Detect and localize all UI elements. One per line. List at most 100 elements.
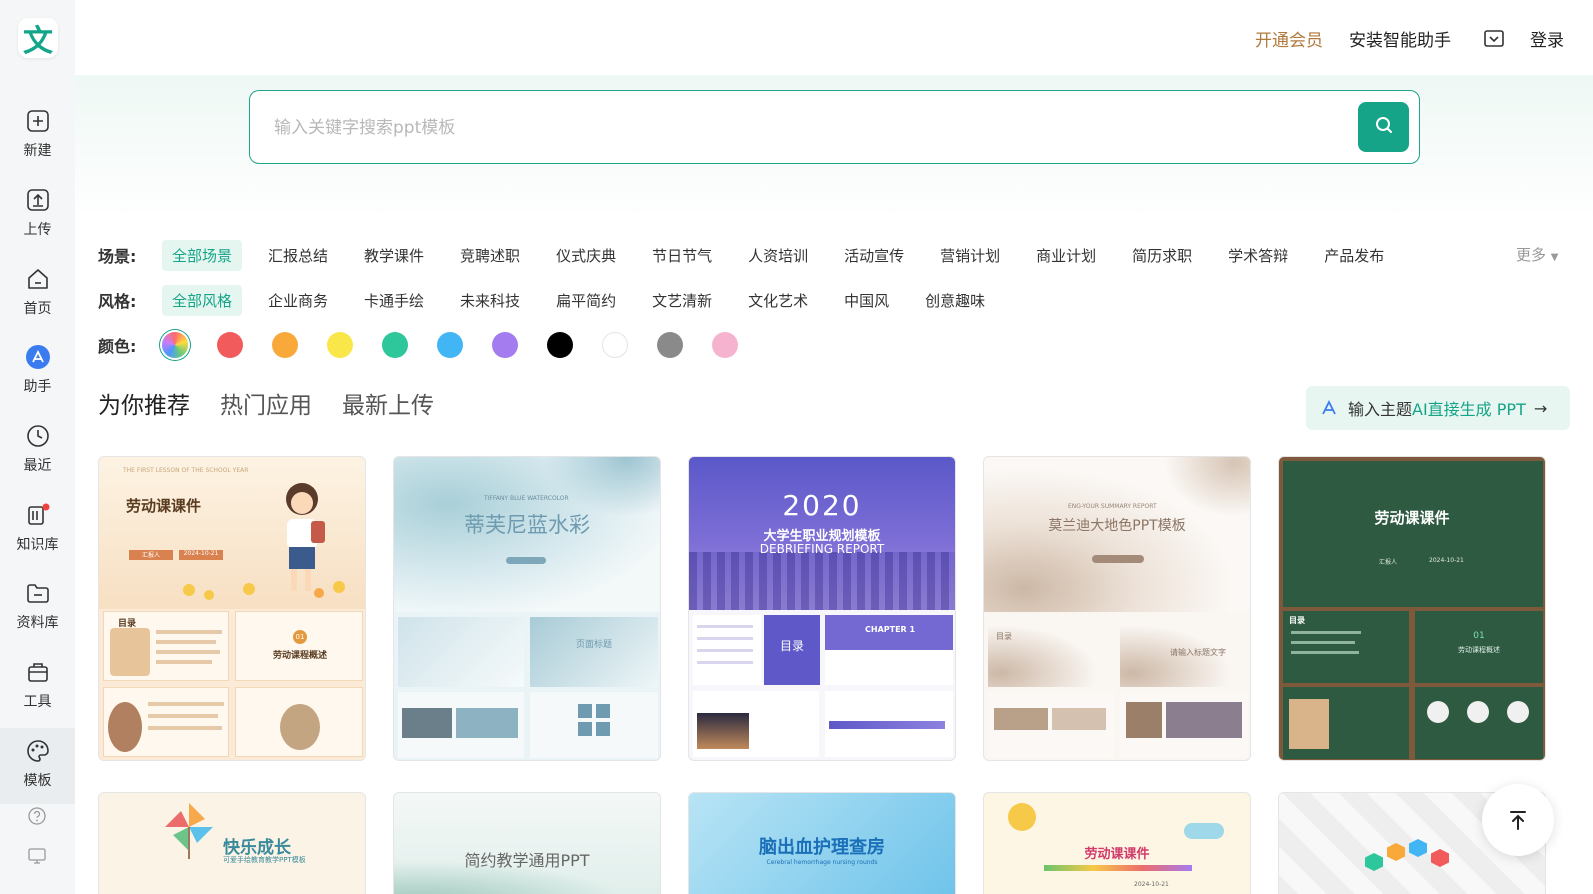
card-subtitle: Cerebral hemorrhage nursing rounds <box>766 859 878 866</box>
scene-chip[interactable]: 营销计划 <box>930 240 1010 271</box>
card-section-title: 请输入标题文字 <box>1170 648 1226 657</box>
search-button[interactable] <box>1358 102 1409 152</box>
style-chip[interactable]: 创意趣味 <box>915 285 995 316</box>
card-thumbnail <box>398 692 524 758</box>
folder-icon <box>25 580 51 606</box>
thumb-image <box>994 708 1048 730</box>
sidebar-item-templates[interactable]: 模板 <box>0 728 75 804</box>
color-swatch-all[interactable] <box>162 332 188 358</box>
card-toc: 目录 <box>779 639 804 653</box>
sidebar-item-home[interactable]: 首页 <box>0 256 75 330</box>
template-card[interactable]: 劳动课课件 2024-10-21 <box>983 792 1251 894</box>
sidebar: 文 新建 上传 首页 助手 最近 知识库 资料库 工具 模板 <box>0 0 75 894</box>
card-meta: 汇报人 <box>129 550 173 560</box>
card-thumbnail <box>693 615 761 685</box>
scene-chip[interactable]: 全部场景 <box>162 239 243 271</box>
question-icon[interactable] <box>25 804 49 828</box>
content-tabs: 为你推荐 热门应用 最新上传 <box>98 386 464 420</box>
sidebar-item-new[interactable]: 新建 <box>0 98 75 172</box>
sidebar-item-library[interactable]: 资料库 <box>0 570 75 644</box>
scene-chip[interactable]: 教学课件 <box>354 240 434 271</box>
template-card[interactable]: ENG-YOUR SUMMARY REPORT 莫兰迪大地色PPT模板 目录 请… <box>983 456 1251 761</box>
scene-chip[interactable]: 竞聘述职 <box>450 240 530 271</box>
color-swatch-black[interactable] <box>547 332 573 358</box>
sidebar-item-label: 资料库 <box>16 615 59 631</box>
monitor-icon[interactable] <box>25 844 49 868</box>
color-swatch-red[interactable] <box>217 332 243 358</box>
color-swatch-blue[interactable] <box>437 332 463 358</box>
color-swatch-gray[interactable] <box>657 332 683 358</box>
color-swatch-orange[interactable] <box>272 332 298 358</box>
back-to-top-button[interactable] <box>1482 784 1554 856</box>
style-chip[interactable]: 中国风 <box>834 285 899 316</box>
scene-chip[interactable]: 仪式庆典 <box>546 240 626 271</box>
ai-generate-ppt-button[interactable]: 输入主题 AI直接生成 PPT → <box>1306 386 1570 430</box>
thumb-line <box>156 660 212 664</box>
login-link[interactable]: 登录 <box>1530 26 1564 51</box>
download-icon[interactable] <box>1483 27 1505 54</box>
pinwheel-illustration <box>161 799 217 859</box>
scene-chip[interactable]: 汇报总结 <box>258 240 338 271</box>
sidebar-item-tools[interactable]: 工具 <box>0 649 75 723</box>
color-swatch-pink[interactable] <box>712 332 738 358</box>
sidebar-item-recent[interactable]: 最近 <box>0 413 75 487</box>
card-thumbnail: 目录 <box>988 617 1114 687</box>
scene-chip[interactable]: 人资培训 <box>738 240 818 271</box>
thumb-block <box>578 704 592 718</box>
scene-chip[interactable]: 商业计划 <box>1026 240 1106 271</box>
color-swatch-green[interactable] <box>382 332 408 358</box>
style-chip[interactable]: 卡通手绘 <box>354 285 434 316</box>
style-chip[interactable]: 文艺清新 <box>642 285 722 316</box>
search-input[interactable] <box>274 111 1274 145</box>
tab-recommended[interactable]: 为你推荐 <box>98 386 190 420</box>
thumb-line <box>697 649 753 652</box>
sidebar-item-assistant[interactable]: 助手 <box>0 334 75 408</box>
template-card[interactable]: 快乐成长 可爱手绘教育教学PPT模板 <box>98 792 366 894</box>
scene-chip[interactable]: 活动宣传 <box>834 240 914 271</box>
tab-latest[interactable]: 最新上传 <box>342 386 434 420</box>
more-scenes-button[interactable]: 更多 ▼ <box>1516 244 1559 265</box>
style-chip[interactable]: 全部风格 <box>162 284 243 316</box>
thumb-line <box>697 637 753 640</box>
thumb-line <box>156 640 216 644</box>
scene-chip[interactable]: 简历求职 <box>1122 240 1202 271</box>
template-card[interactable]: 简约教学通用PPT <box>393 792 661 894</box>
template-card[interactable]: TIFFANY BLUE WATERCOLOR 蒂芙尼蓝水彩 页面标题 <box>393 456 661 761</box>
flowers-illustration <box>159 575 359 605</box>
style-chip[interactable]: 扁平简约 <box>546 285 626 316</box>
template-card[interactable]: THE FIRST LESSON OF THE SCHOOL YEAR 劳动课课… <box>98 456 366 761</box>
toolbox-icon <box>25 659 51 685</box>
scene-chip[interactable]: 节日节气 <box>642 240 722 271</box>
palette-icon <box>25 738 51 764</box>
color-swatch-purple[interactable] <box>492 332 518 358</box>
card-thumbnail <box>1415 687 1543 759</box>
style-chip[interactable]: 文化艺术 <box>738 285 818 316</box>
more-label: 更多 <box>1516 246 1547 264</box>
style-chip[interactable]: 企业商务 <box>258 285 338 316</box>
thumb-image <box>1166 702 1242 738</box>
style-label: 风格: <box>98 292 137 311</box>
sidebar-item-knowledge[interactable]: 知识库 <box>0 492 75 566</box>
template-card[interactable]: 劳动课课件 汇报人 2024-10-21 目录 01 劳动课程概述 <box>1278 456 1546 761</box>
template-card[interactable]: 2020 大学生职业规划模板 DEBRIEFING REPORT 目录 CHAP… <box>688 456 956 761</box>
thumb-button <box>506 557 546 564</box>
sidebar-item-upload[interactable]: 上传 <box>0 177 75 251</box>
card-toc: 目录 <box>996 632 1012 641</box>
color-swatch-white[interactable] <box>602 332 628 358</box>
vip-link[interactable]: 开通会员 <box>1255 26 1323 51</box>
color-swatch-yellow[interactable] <box>327 332 353 358</box>
style-chip[interactable]: 未来科技 <box>450 285 530 316</box>
card-section-title: 页面标题 <box>576 640 613 650</box>
scene-chip[interactable]: 产品发布 <box>1314 240 1394 271</box>
card-thumbnail <box>103 687 229 757</box>
thumb-line <box>1291 641 1355 644</box>
template-card[interactable]: 脑出血护理查房 Cerebral hemorrhage nursing roun… <box>688 792 956 894</box>
tab-popular[interactable]: 热门应用 <box>220 386 312 420</box>
app-logo[interactable]: 文 <box>18 18 58 59</box>
card-title: 劳动课课件 <box>1084 847 1150 862</box>
thumb-image <box>1289 699 1329 749</box>
sidebar-item-label: 模板 <box>23 773 52 789</box>
card-chapter: CHAPTER 1 <box>865 625 916 634</box>
install-assistant-link[interactable]: 安装智能助手 <box>1349 26 1451 51</box>
scene-chip[interactable]: 学术答辩 <box>1218 240 1298 271</box>
